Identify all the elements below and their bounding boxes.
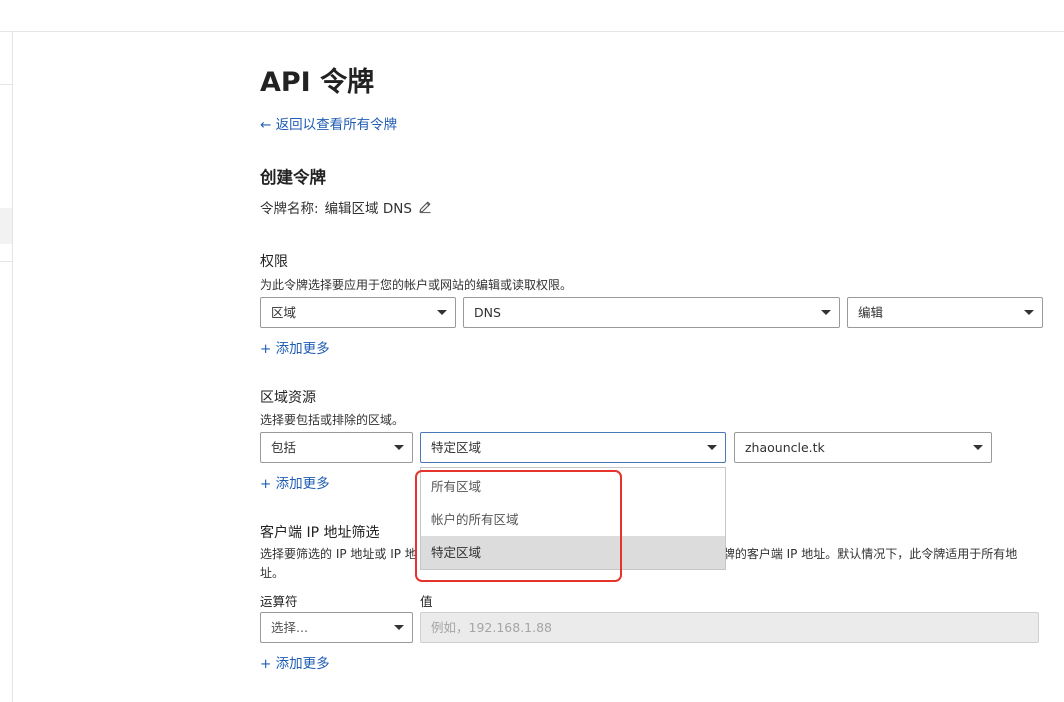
permissions-description: 为此令牌选择要应用于您的帐户或网站的编辑或读取权限。 <box>260 278 573 292</box>
select-value: 编辑 <box>858 305 884 320</box>
add-more-permissions-link[interactable]: + 添加更多 <box>260 337 330 357</box>
back-to-tokens-link[interactable]: ← 返回以查看所有令牌 <box>260 113 397 133</box>
select-value: 选择... <box>271 620 308 635</box>
select-value: 特定区域 <box>431 440 482 455</box>
permission-scope-select[interactable]: DNS <box>463 297 840 328</box>
caret-down-icon <box>394 445 404 450</box>
annotation-highlight-box <box>415 470 622 582</box>
sidebar-divider <box>0 84 12 85</box>
caret-down-icon <box>394 625 404 630</box>
token-name-label: 令牌名称: <box>260 201 319 217</box>
top-bar <box>0 0 1064 32</box>
sidebar-divider <box>0 261 12 262</box>
ip-filter-description-left: 选择要筛选的 IP 地址或 IP 地 <box>260 547 417 561</box>
caret-down-icon <box>973 445 983 450</box>
token-name-value: 编辑区域 DNS <box>324 201 412 217</box>
caret-down-icon <box>821 310 831 315</box>
token-name-row: 令牌名称: 编辑区域 DNS <box>260 197 432 217</box>
select-value: 区域 <box>271 305 297 320</box>
add-more-ip-link[interactable]: + 添加更多 <box>260 652 330 672</box>
ip-value-input[interactable] <box>420 612 1039 643</box>
pencil-icon[interactable] <box>418 200 432 214</box>
zone-domain-select[interactable]: zhaouncle.tk <box>734 432 992 463</box>
page-title: API 令牌 <box>260 67 375 98</box>
sidebar-rail <box>0 32 13 702</box>
create-token-heading: 创建令牌 <box>260 168 326 187</box>
ip-filter-title: 客户端 IP 地址筛选 <box>260 525 380 541</box>
ip-operator-select[interactable]: 选择... <box>260 612 413 643</box>
operator-label: 运算符 <box>260 594 298 609</box>
caret-down-icon <box>1024 310 1034 315</box>
ip-filter-description-right: 牌的客户端 IP 地址。默认情况下，此令牌适用于所有地 <box>722 547 1018 561</box>
zone-type-select[interactable]: 特定区域 <box>420 432 726 463</box>
ip-filter-description-line2: 址。 <box>260 566 285 580</box>
zone-resources-title: 区域资源 <box>260 390 316 406</box>
caret-down-icon <box>437 310 447 315</box>
select-value: DNS <box>474 305 501 320</box>
select-value: 包括 <box>271 440 297 455</box>
permission-level-select[interactable]: 编辑 <box>847 297 1043 328</box>
add-more-zones-link[interactable]: + 添加更多 <box>260 472 330 492</box>
zone-resources-description: 选择要包括或排除的区域。 <box>260 413 405 427</box>
permissions-title: 权限 <box>260 254 288 270</box>
zone-include-select[interactable]: 包括 <box>260 432 413 463</box>
select-value: zhaouncle.tk <box>745 440 825 455</box>
permission-resource-select[interactable]: 区域 <box>260 297 456 328</box>
sidebar-item-active[interactable] <box>0 208 12 244</box>
value-label: 值 <box>420 594 433 609</box>
caret-down-icon <box>707 445 717 450</box>
